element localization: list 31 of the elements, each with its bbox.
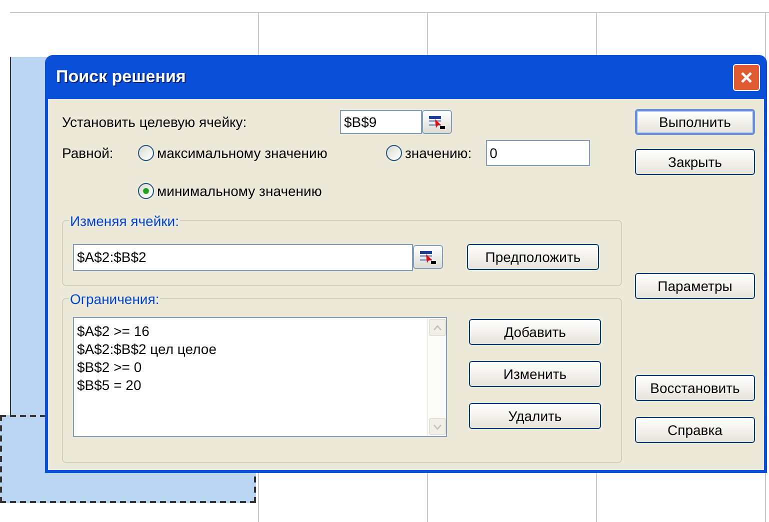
constraint-item[interactable]: $A$2 >= 16 — [77, 322, 424, 340]
cell-range-icon — [418, 249, 438, 265]
radio-option[interactable]: значению: — [386, 142, 472, 164]
dialog-button[interactable]: Параметры — [635, 273, 755, 299]
constraint-item[interactable]: $B$5 = 20 — [77, 376, 424, 394]
dialog-button[interactable]: Выполнить — [635, 109, 755, 135]
close-icon — [740, 70, 753, 84]
field-label: Равной: — [62, 144, 114, 162]
dialog-button[interactable]: Изменить — [469, 361, 601, 387]
radio-button[interactable] — [138, 183, 154, 199]
radio-button[interactable] — [386, 145, 402, 161]
radio-button[interactable] — [138, 145, 154, 161]
close-button[interactable] — [733, 64, 760, 90]
window-title: Поиск решения — [56, 66, 186, 88]
constraint-item[interactable]: $A$2:$B$2 цел целое — [77, 340, 424, 358]
changing-cells-field[interactable]: $A$2:$B$2 — [73, 244, 413, 270]
constraint-item[interactable]: $B$2 >= 0 — [77, 358, 424, 376]
dialog-button[interactable]: Восстановить — [635, 375, 755, 401]
range-picker-button[interactable] — [413, 245, 443, 269]
target-cell-field[interactable]: $B$9 — [340, 110, 422, 134]
field-label: Установить целевую ячейку: — [62, 112, 248, 132]
dialog-button[interactable]: Предположить — [467, 244, 599, 270]
dialog-button[interactable]: Добавить — [469, 319, 601, 345]
radio-option[interactable]: максимальному значению — [138, 142, 386, 164]
value-field[interactable]: 0 — [486, 140, 590, 166]
dialog-button[interactable]: Закрыть — [635, 149, 755, 175]
range-picker-button[interactable] — [422, 110, 452, 134]
dialog-button[interactable]: Удалить — [469, 403, 601, 429]
dialog-button[interactable]: Справка — [635, 417, 755, 443]
radio-option[interactable]: минимальному значению — [138, 180, 322, 202]
cell-range-icon — [427, 114, 447, 130]
